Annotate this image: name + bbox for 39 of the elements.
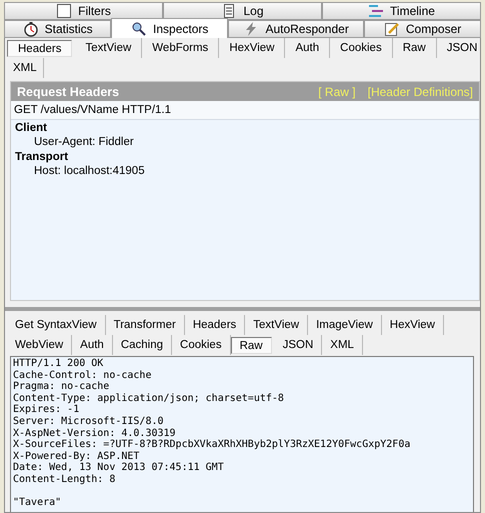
inspector-tab[interactable]: HexView [219,38,286,58]
inspector-tab[interactable]: Headers [184,315,246,335]
inspector-tab[interactable]: ImageView [308,315,382,335]
inspector-tab[interactable]: Cookies [330,38,393,58]
main-tab[interactable]: Timeline [322,2,481,20]
inspector-tab[interactable]: Headers [7,40,72,57]
inspector-tab[interactable]: TextView [75,38,142,58]
inspector-tab[interactable]: XML [322,335,363,355]
inspector-tab[interactable]: JSON [436,38,485,58]
raw-response-text: HTTP/1.1 200 OK Cache-Control: no-cache Pragma: no-cache Content-Type: application/json; charset=utf-8 Expires: -1 Server: Microsoft-IIS/8.0 X-AspNet-Version: 4.0.30319 X-SourceFiles: =?UTF-8?B?RDpcbXVkaXRhXHByb2plY3RzXE12Y0FwcGxpY2F0a X-Powered-By: ASP.NET Date: Wed, 13 Nov 2013 07:45:11 GMT Content-Length: 8 "Tavera" [10,356,474,512]
inspector-tab[interactable]: XML [7,58,44,78]
magnifier-icon [131,20,148,36]
checkbox-icon [56,3,72,19]
main-tab[interactable]: Statistics [4,20,112,38]
inspector-tab[interactable]: Get SyntaxView [7,315,106,335]
inspector-tab[interactable]: Transformer [106,315,185,335]
inspector-tab[interactable]: TextView [245,315,308,335]
main-tab[interactable]: Log [163,2,322,20]
stopwatch-icon [22,21,39,37]
header-group-title: Client [14,121,48,134]
main-tab[interactable]: Inspectors [111,18,228,38]
main-tab[interactable]: Composer [364,20,481,38]
inspector-tab[interactable]: WebView [7,335,72,355]
section-title: Request Headers [17,84,120,98]
timeline-icon [368,3,384,19]
header-group-title: Transport [14,150,70,163]
inspector-tab[interactable]: WebForms [142,38,220,58]
inspector-tab[interactable]: Caching [112,335,172,355]
main-tab[interactable]: Filters [4,2,163,20]
header-item: User-Agent: Fiddler [33,135,135,149]
inspector-tab[interactable]: HexView [382,315,444,335]
inspector-tab[interactable]: Auth [72,335,113,355]
inspector-tab[interactable]: JSON [274,335,322,355]
pencil-icon [384,21,400,37]
inspector-tab[interactable]: Auth [285,38,330,58]
header-item: Host: localhost:41905 [33,164,146,178]
inspector-tab[interactable]: Raw [230,337,272,354]
inspector-tab[interactable]: Raw [392,38,437,58]
main-tab[interactable]: AutoResponder [228,20,364,38]
